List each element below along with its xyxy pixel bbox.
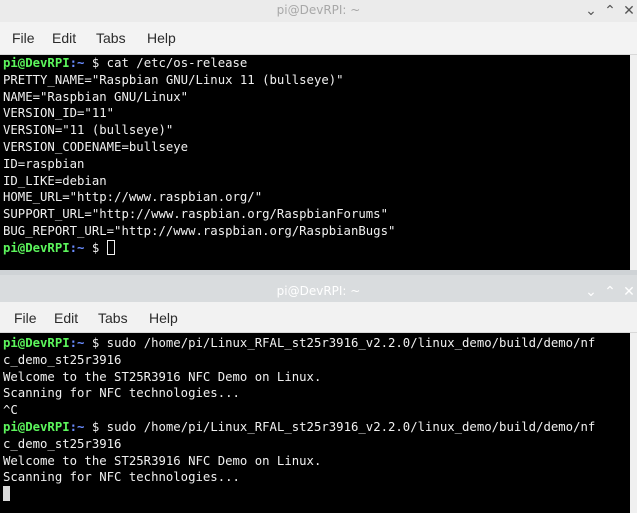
title-bar[interactable]: pi@DevRPI: ~ ⌄ ⌃ ✕ <box>0 0 637 22</box>
window-title: pi@DevRPI: ~ <box>276 284 361 298</box>
text-cursor <box>106 239 115 255</box>
scrollbar[interactable] <box>630 333 637 513</box>
terminal-window-1[interactable]: pi@DevRPI: ~ ⌄ ⌃ ✕ File Edit Tabs Help p… <box>0 0 637 270</box>
line-text: VERSION="11 (bullseye)" <box>3 123 174 138</box>
line-text: Welcome to the ST25R3916 NFC Demo on Lin… <box>3 369 322 384</box>
line-text: VERSION_CODENAME=bullseye <box>3 139 189 154</box>
menu-bar: File Edit Tabs Help <box>0 302 637 333</box>
maximize-icon[interactable]: ⌃ <box>601 283 619 301</box>
prompt-path: :~ <box>69 56 85 70</box>
line-text: PRETTY_NAME="Raspbian GNU/Linux 11 (bull… <box>3 72 344 87</box>
terminal-line: pi@DevRPI:~ $ cat /etc/os-release <box>0 55 637 72</box>
prompt-user: pi@DevRPI <box>3 240 70 255</box>
terminal-line: pi@DevRPI:~ $ sudo /home/pi/Linux_RFAL_s… <box>0 419 637 436</box>
line-text: Scanning for NFC technologies... <box>3 470 240 485</box>
prompt-user: pi@DevRPI <box>3 56 70 70</box>
prompt-path: :~ <box>69 419 85 434</box>
terminal-line: VERSION_ID="11" <box>0 105 637 122</box>
terminal-line: SUPPORT_URL="http://www.raspbian.org/Ras… <box>0 206 637 223</box>
line-text: Welcome to the ST25R3916 NFC Demo on Lin… <box>3 453 322 468</box>
prompt-symbol: $ <box>84 336 107 350</box>
terminal-line: ^C <box>0 402 637 419</box>
title-bar[interactable]: pi@DevRPI: ~ ⌄ ⌃ ✕ <box>0 275 637 302</box>
terminal-line: HOME_URL="http://www.raspbian.org/" <box>0 189 637 206</box>
menu-tabs[interactable]: Tabs <box>96 30 126 46</box>
terminal-line: Scanning for NFC technologies... <box>0 469 637 486</box>
line-text: c_demo_st25r3916 <box>3 352 122 367</box>
prompt-path: :~ <box>69 336 85 350</box>
menu-tabs[interactable]: Tabs <box>98 310 128 326</box>
menu-file[interactable]: File <box>12 30 35 46</box>
line-text: VERSION_ID="11" <box>3 106 115 121</box>
minimize-icon[interactable]: ⌄ <box>582 283 600 301</box>
terminal-line: VERSION_CODENAME=bullseye <box>0 139 637 156</box>
terminal-line: Welcome to the ST25R3916 NFC Demo on Lin… <box>0 453 637 470</box>
terminal-line: ID=raspbian <box>0 156 637 173</box>
close-icon[interactable]: ✕ <box>620 2 637 20</box>
line-text: cat /etc/os-release <box>106 56 248 70</box>
line-text: SUPPORT_URL="http://www.raspbian.org/Ras… <box>3 207 388 222</box>
close-icon[interactable]: ✕ <box>620 283 637 301</box>
text-cursor <box>3 486 10 502</box>
line-text: NAME="Raspbian GNU/Linux" <box>3 89 189 104</box>
terminal-line: Welcome to the ST25R3916 NFC Demo on Lin… <box>0 369 637 386</box>
line-text: sudo /home/pi/Linux_RFAL_st25r3916_v2.2.… <box>106 419 596 434</box>
terminal-line: c_demo_st25r3916 <box>0 352 637 369</box>
line-text: ^C <box>3 403 18 418</box>
menu-file[interactable]: File <box>14 310 37 326</box>
menu-help[interactable]: Help <box>149 310 178 326</box>
terminal-line <box>0 486 637 503</box>
line-text: sudo /home/pi/Linux_RFAL_st25r3916_v2.2.… <box>106 336 596 350</box>
terminal-line: ID_LIKE=debian <box>0 173 637 190</box>
terminal-output[interactable]: pi@DevRPI:~ $ cat /etc/os-release PRETTY_… <box>0 55 637 270</box>
terminal-line: pi@DevRPI:~ $ <box>0 239 637 257</box>
line-text: ID_LIKE=debian <box>3 173 107 188</box>
prompt-user: pi@DevRPI <box>3 419 70 434</box>
line-text: BUG_REPORT_URL="http://www.raspbian.org/… <box>3 223 396 238</box>
terminal-window-2[interactable]: pi@DevRPI: ~ ⌄ ⌃ ✕ File Edit Tabs Help p… <box>0 275 637 513</box>
window-title: pi@DevRPI: ~ <box>276 3 361 17</box>
terminal-output[interactable]: pi@DevRPI:~ $ sudo /home/pi/Linux_RFAL_s… <box>0 333 637 513</box>
prompt-user: pi@DevRPI <box>3 336 70 350</box>
maximize-icon[interactable]: ⌃ <box>601 2 619 20</box>
terminal-line: NAME="Raspbian GNU/Linux" <box>0 89 637 106</box>
terminal-line: Scanning for NFC technologies... <box>0 385 637 402</box>
scrollbar[interactable] <box>630 55 637 270</box>
line-text: c_demo_st25r3916 <box>3 436 122 451</box>
menu-edit[interactable]: Edit <box>54 310 78 326</box>
menu-help[interactable]: Help <box>147 30 176 46</box>
terminal-line: PRETTY_NAME="Raspbian GNU/Linux 11 (bull… <box>0 72 637 89</box>
minimize-icon[interactable]: ⌄ <box>582 2 600 20</box>
line-text: ID=raspbian <box>3 156 85 171</box>
prompt-symbol: $ <box>84 240 107 255</box>
prompt-symbol: $ <box>84 419 107 434</box>
terminal-line: VERSION="11 (bullseye)" <box>0 122 637 139</box>
menu-bar: File Edit Tabs Help <box>0 22 637 55</box>
terminal-line: BUG_REPORT_URL="http://www.raspbian.org/… <box>0 223 637 240</box>
menu-edit[interactable]: Edit <box>52 30 76 46</box>
prompt-path: :~ <box>69 240 85 255</box>
line-text: HOME_URL="http://www.raspbian.org/" <box>3 190 263 205</box>
prompt-symbol: $ <box>84 56 107 70</box>
line-text: Scanning for NFC technologies... <box>3 386 240 401</box>
terminal-line: pi@DevRPI:~ $ sudo /home/pi/Linux_RFAL_s… <box>0 335 637 352</box>
terminal-line: c_demo_st25r3916 <box>0 436 637 453</box>
